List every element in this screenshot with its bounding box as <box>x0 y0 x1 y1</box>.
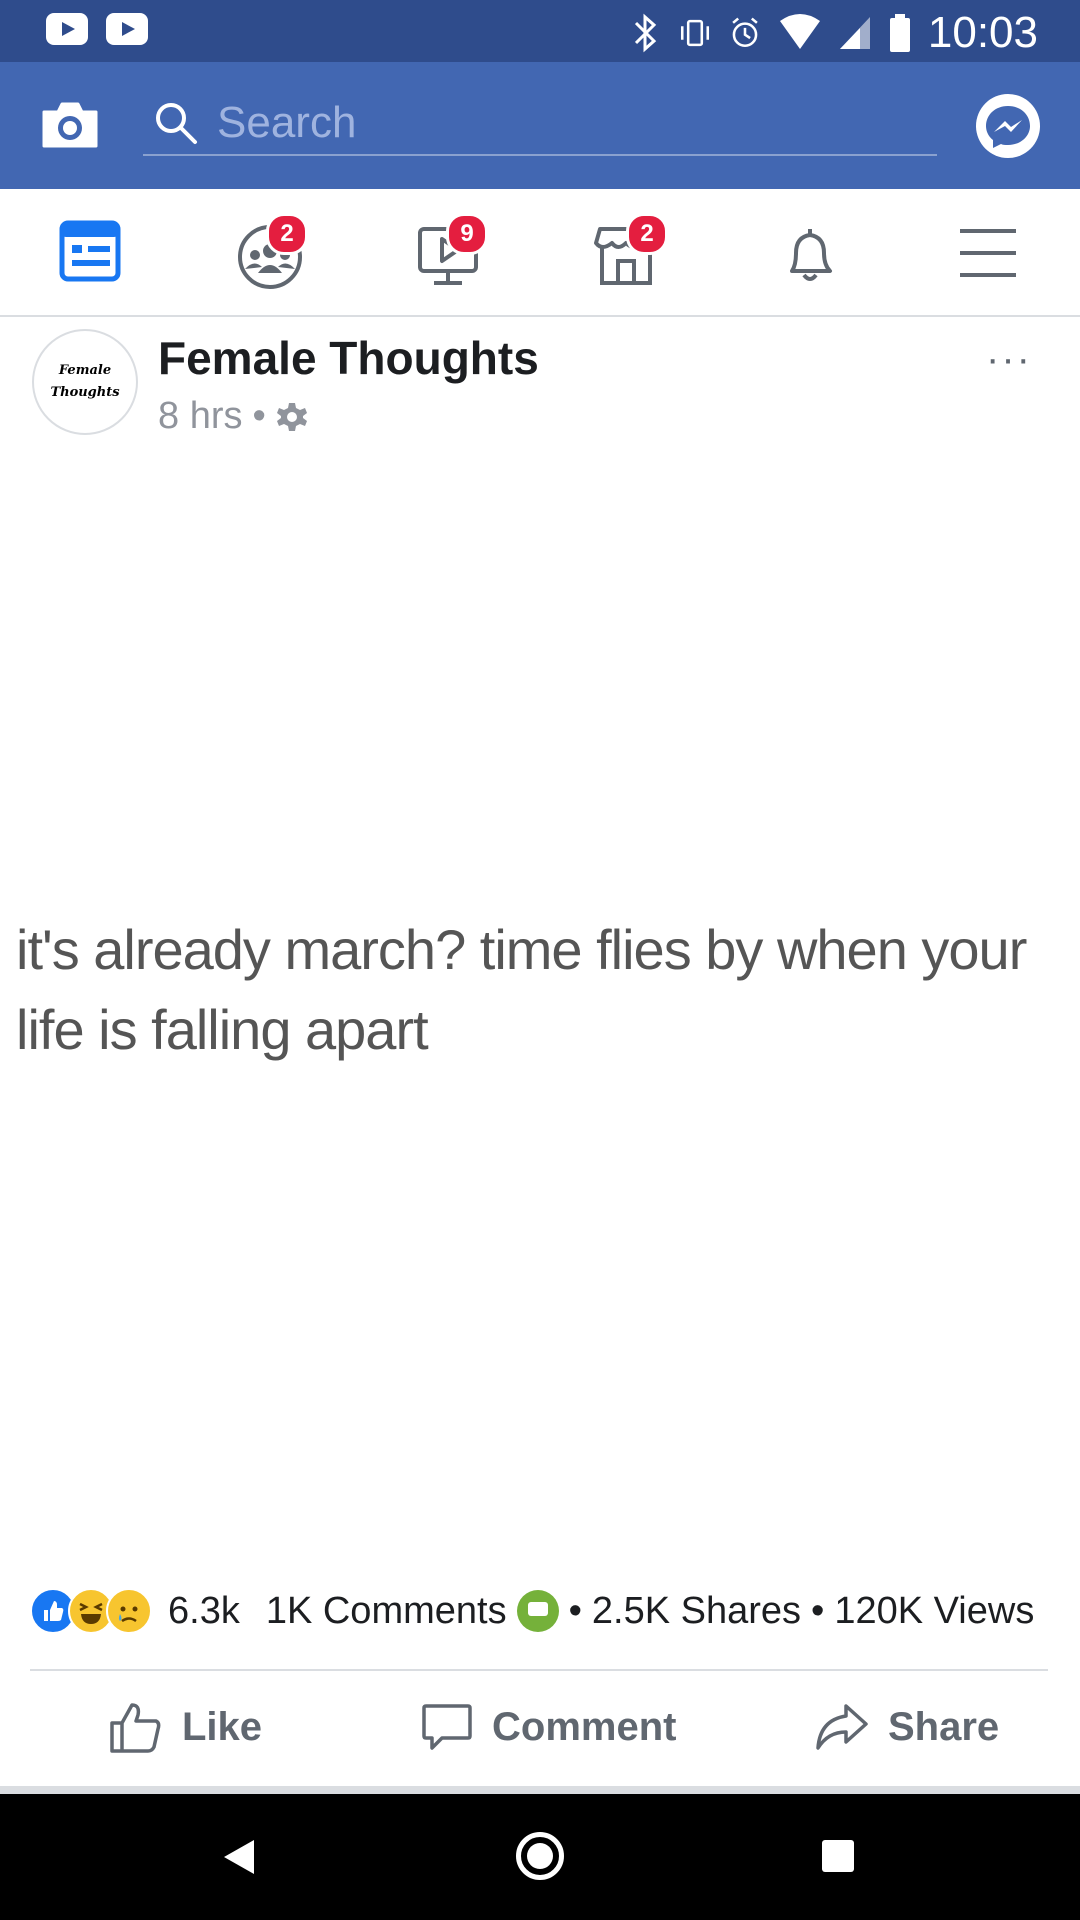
post-meta: 8 hrs • <box>158 395 308 438</box>
watch-badge: 9 <box>446 213 488 255</box>
post-author[interactable]: Female Thoughts <box>158 331 539 385</box>
post-options-button[interactable]: ··· <box>986 337 1032 382</box>
news-feed-icon <box>59 220 121 282</box>
like-button[interactable]: Like <box>108 1692 262 1762</box>
groups-badge: 2 <box>266 213 308 255</box>
comment-bubble-icon <box>516 1590 559 1632</box>
post-image[interactable]: it's already march? time flies by when y… <box>0 440 1080 1540</box>
tab-watch[interactable]: 9 <box>410 213 490 289</box>
tab-notifications[interactable] <box>770 217 850 289</box>
post-image-text: it's already march? time flies by when y… <box>16 918 1027 1061</box>
post-header: Female Thoughts Female Thoughts 8 hrs • … <box>0 317 1080 437</box>
notification-icons <box>46 13 148 45</box>
stats-separator-2: • <box>811 1589 825 1632</box>
sad-reaction-icon <box>106 1588 152 1634</box>
status-bar: 10:03 <box>0 0 1080 62</box>
wifi-icon <box>779 14 820 49</box>
share-arrow-icon <box>816 1704 868 1750</box>
youtube-notification-icon-2 <box>106 13 148 45</box>
meta-separator: • <box>252 395 266 437</box>
tab-groups[interactable]: 2 <box>230 213 310 289</box>
camera-icon[interactable] <box>40 100 100 150</box>
home-icon[interactable] <box>516 1832 564 1880</box>
messenger-button[interactable] <box>976 94 1040 158</box>
tab-marketplace[interactable]: 2 <box>590 213 670 289</box>
search-bar[interactable] <box>143 92 937 156</box>
thumbs-up-icon <box>110 1703 161 1753</box>
clock: 10:03 <box>927 8 1038 57</box>
feed-separator <box>0 1786 1080 1794</box>
share-button[interactable]: Share <box>814 1692 999 1762</box>
cell-signal-icon <box>839 17 870 49</box>
system-navigation-bar <box>0 1794 1080 1920</box>
comment-icon <box>422 1704 472 1750</box>
alarm-icon <box>732 17 758 48</box>
settings-gear-icon <box>276 402 307 431</box>
search-icon <box>156 103 197 144</box>
comment-label: Comment <box>492 1704 677 1749</box>
avatar-logo-line1: Female <box>58 363 112 378</box>
comments-count[interactable]: 1K Comments <box>266 1590 507 1633</box>
back-icon[interactable] <box>222 1838 256 1876</box>
views-count: 120K Views <box>834 1589 1035 1632</box>
app-header <box>0 62 1080 189</box>
stats-separator-1: • <box>568 1589 582 1632</box>
like-label: Like <box>182 1704 263 1749</box>
vibrate-icon <box>680 19 709 47</box>
bluetooth-icon <box>634 13 657 53</box>
shares-count[interactable]: 2.5K Shares <box>592 1590 801 1633</box>
bell-icon <box>790 229 832 281</box>
actions-divider <box>30 1669 1048 1671</box>
search-input[interactable] <box>215 98 919 148</box>
marketplace-badge: 2 <box>626 213 668 255</box>
menu-icon <box>960 229 1016 277</box>
post-stats: 6.3k 1K Comments • 2.5K Shares • 120K Vi… <box>30 1586 1050 1636</box>
tab-menu[interactable] <box>950 217 1030 289</box>
youtube-notification-icon <box>46 13 88 45</box>
avatar-logo-line2: Thoughts <box>50 385 120 400</box>
reactions-count[interactable]: 6.3k <box>168 1590 240 1633</box>
page-avatar[interactable]: Female Thoughts <box>32 329 138 435</box>
messenger-icon <box>986 106 1030 148</box>
comment-button[interactable]: Comment <box>420 1692 676 1762</box>
reactions-summary[interactable] <box>30 1588 152 1634</box>
recent-apps-icon[interactable] <box>822 1840 854 1872</box>
tab-news-feed[interactable] <box>50 217 130 289</box>
share-label: Share <box>888 1704 1000 1749</box>
battery-icon <box>889 14 910 52</box>
post-actions: Like Comment Share <box>0 1672 1080 1782</box>
main-nav: 2 9 2 <box>0 189 1080 317</box>
post-time[interactable]: 8 hrs <box>158 395 242 438</box>
system-status-icons: 10:03 <box>628 8 1038 58</box>
